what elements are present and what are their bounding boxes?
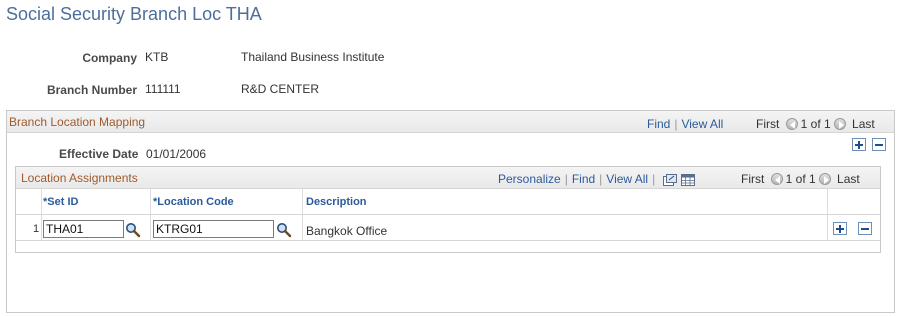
row-number: 1 [33,223,40,235]
mapping-find-viewall: Find | View All [647,117,723,131]
column-header-row: *Set ID *Location Code Description [16,189,880,215]
set-id-input[interactable] [43,220,124,238]
mapping-view-all-link[interactable]: View All [681,117,723,131]
magnifier-icon [277,223,292,238]
add-row-button[interactable] [833,222,847,235]
grid-last-label: Last [837,172,860,186]
set-id-lookup-button[interactable] [125,222,141,238]
company-label-cell: Company [0,50,137,66]
add-effective-row-button[interactable] [852,138,866,151]
location-assignments-header: Location Assignments Personalize | Find | Vi… [16,167,880,189]
location-code-lookup-button[interactable] [276,222,292,238]
branch-location-mapping-title: Branch Location Mapping [9,115,146,129]
company-label: Company [82,51,137,65]
next-arrow-icon[interactable] [818,173,831,185]
branch-label-cell: Branch Number [0,82,137,98]
mapping-range: 1 of 1 [800,117,831,131]
new-window-icon[interactable] [663,174,678,189]
branch-location-mapping-box: Branch Location Mapping Find | View All Fi… [6,110,895,313]
branch-name: R&D CENTER [241,82,320,96]
previous-arrow-icon[interactable] [785,118,798,130]
separator: | [652,172,656,186]
delete-row-button[interactable] [858,222,872,235]
table-row: 1 Bangkok Office [16,216,880,241]
location-assignments-title: Location Assignments [21,171,138,185]
page-title: Social Security Branch Loc THA [6,4,262,24]
effective-date-label: Effective Date [59,147,139,161]
grid-download-icon[interactable] [681,174,696,189]
magnifier-icon [126,223,141,238]
branch-number-label: Branch Number [46,83,137,97]
grid-find-link[interactable]: Find [572,172,595,186]
separator: | [564,172,568,186]
mapping-pager: First 1 of 1 Last [756,117,875,131]
grid-range: 1 of 1 [785,172,816,186]
location-code-input[interactable] [153,220,274,238]
branch-location-mapping-header: Branch Location Mapping Find | View All Fi… [7,111,894,133]
company-code: KTB [145,50,169,64]
plus-icon [855,140,863,149]
mapping-find-link[interactable]: Find [647,117,670,131]
grid-view-all-link[interactable]: View All [606,172,648,186]
column-header-location-code[interactable]: *Location Code [153,196,234,208]
mapping-last-label: Last [852,117,875,131]
personalize-link[interactable]: Personalize [498,172,561,186]
column-header-set-id[interactable]: *Set ID [43,196,78,208]
company-name: Thailand Business Institute [241,50,385,64]
previous-arrow-icon[interactable] [770,173,783,185]
description-value: Bangkok Office [306,224,388,238]
minus-icon [861,227,869,230]
grid-first-label: First [741,172,765,186]
minus-icon [875,143,883,146]
grid-pager: First 1 of 1 Last [741,172,860,186]
location-assignments-grid: Location Assignments Personalize | Find | Vi… [15,166,881,253]
column-header-description[interactable]: Description [306,196,367,208]
branch-number: 111111 [145,82,181,96]
separator: | [674,117,678,131]
grid-toolbar: Personalize | Find | View All | [498,172,696,189]
mapping-first-label: First [756,117,780,131]
next-arrow-icon[interactable] [833,118,846,130]
effective-date-value: 01/01/2006 [146,147,207,161]
delete-effective-row-button[interactable] [872,138,886,151]
separator: | [599,172,603,186]
plus-icon [836,224,844,233]
